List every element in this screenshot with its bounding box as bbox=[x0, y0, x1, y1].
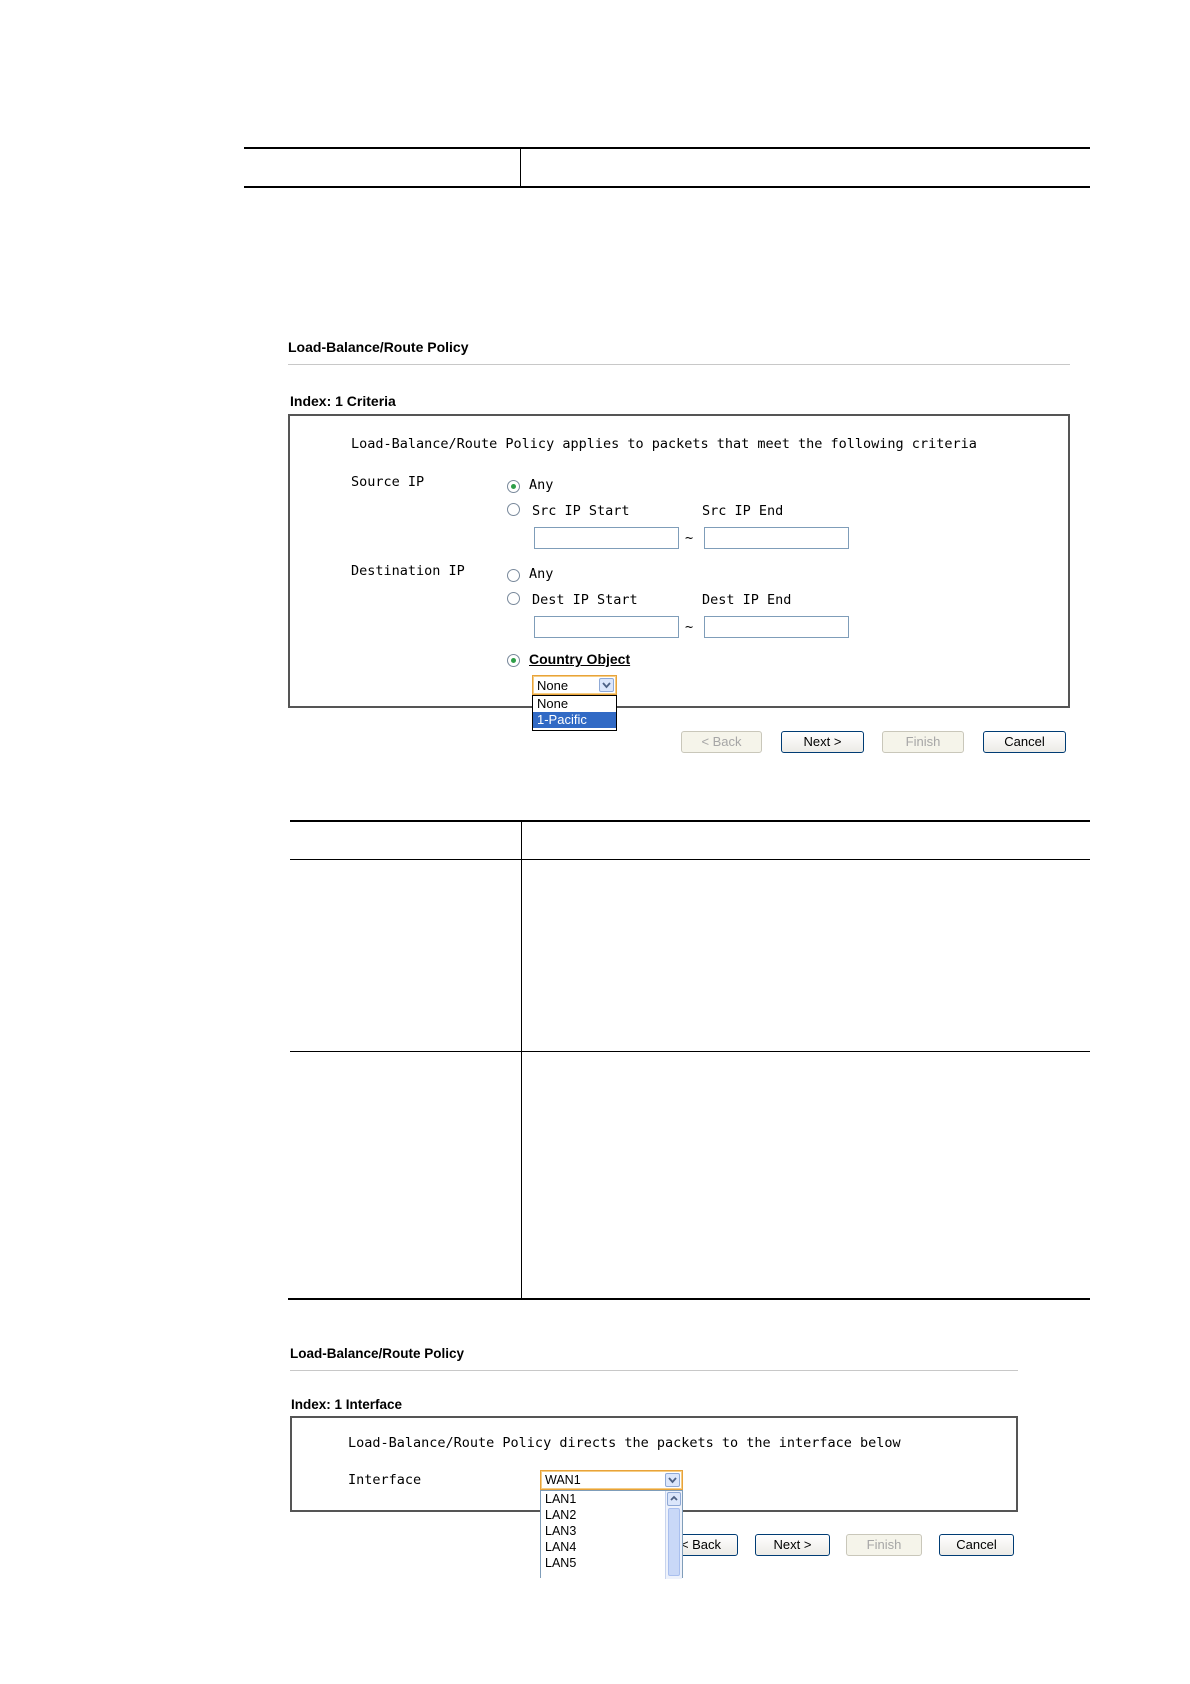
src-ip-start-label: Src IP Start bbox=[532, 503, 630, 519]
destination-ip-label: Destination IP bbox=[351, 563, 465, 579]
next-button[interactable]: Next > bbox=[781, 731, 864, 753]
dest-ip-start-label: Dest IP Start bbox=[532, 592, 638, 608]
interface-select-value: WAN1 bbox=[545, 1473, 581, 1487]
source-ip-label: Source IP bbox=[351, 474, 425, 490]
chevron-up-icon[interactable] bbox=[667, 1492, 681, 1506]
table-rule bbox=[244, 186, 1090, 188]
src-ip-end-label: Src IP End bbox=[702, 503, 784, 519]
country-select-value: None bbox=[537, 678, 569, 693]
interface-label: Interface bbox=[348, 1472, 422, 1488]
table-rule bbox=[290, 820, 1090, 822]
finish-button[interactable]: Finish bbox=[882, 731, 964, 753]
scrollbar-thumb[interactable] bbox=[668, 1508, 680, 1576]
dest-ip-start-input[interactable] bbox=[534, 616, 679, 638]
src-ip-end-input[interactable] bbox=[704, 527, 849, 549]
section-title: Index: 1 Criteria bbox=[290, 393, 396, 409]
criteria-box bbox=[288, 414, 1070, 708]
interface-option-lan5[interactable]: LAN5 bbox=[541, 1555, 682, 1571]
page-title: Load-Balance/Route Policy bbox=[290, 1346, 465, 1361]
interface-option-lan3[interactable]: LAN3 bbox=[541, 1523, 682, 1539]
table-rule bbox=[290, 1051, 1090, 1052]
page-title: Load-Balance/Route Policy bbox=[288, 339, 469, 355]
country-object-select[interactable]: None bbox=[532, 675, 617, 695]
dest-ip-end-label: Dest IP End bbox=[702, 592, 792, 608]
country-option-none[interactable]: None bbox=[533, 696, 616, 712]
source-range-radio[interactable] bbox=[507, 503, 520, 516]
back-button[interactable]: < Back bbox=[681, 731, 762, 753]
dropdown-scrollbar[interactable] bbox=[665, 1491, 682, 1579]
interface-option-lan1[interactable]: LAN1 bbox=[541, 1491, 682, 1507]
dest-ip-end-input[interactable] bbox=[704, 616, 849, 638]
interface-option-lan4[interactable]: LAN4 bbox=[541, 1539, 682, 1555]
dest-range-separator: ~ bbox=[685, 619, 694, 635]
table-divider bbox=[520, 148, 521, 186]
country-select-dropdown: None 1-Pacific bbox=[532, 695, 617, 731]
chevron-down-icon[interactable] bbox=[599, 678, 614, 692]
interface-select-dropdown: LAN1 LAN2 LAN3 LAN4 LAN5 bbox=[540, 1490, 683, 1579]
dest-any-label: Any bbox=[529, 566, 554, 582]
dest-any-radio[interactable] bbox=[507, 569, 520, 582]
src-ip-start-input[interactable] bbox=[534, 527, 679, 549]
cancel-button[interactable]: Cancel bbox=[939, 1534, 1014, 1556]
next-button[interactable]: Next > bbox=[755, 1534, 830, 1556]
interface-description: Load-Balance/Route Policy directs the pa… bbox=[348, 1435, 901, 1451]
src-range-separator: ~ bbox=[685, 530, 694, 546]
title-separator bbox=[288, 364, 1070, 365]
section-title: Index: 1 Interface bbox=[291, 1397, 403, 1412]
country-object-radio[interactable] bbox=[507, 654, 520, 667]
title-separator bbox=[290, 1370, 1018, 1371]
interface-option-lan2[interactable]: LAN2 bbox=[541, 1507, 682, 1523]
country-option-pacific[interactable]: 1-Pacific bbox=[533, 712, 616, 728]
country-object-link[interactable]: Country Object bbox=[529, 651, 630, 667]
criteria-description: Load-Balance/Route Policy applies to pac… bbox=[351, 436, 977, 452]
interface-select[interactable]: WAN1 bbox=[540, 1470, 683, 1490]
source-any-label: Any bbox=[529, 477, 554, 493]
chevron-down-icon[interactable] bbox=[665, 1473, 680, 1487]
source-any-radio[interactable] bbox=[507, 480, 520, 493]
table-rule bbox=[244, 147, 1090, 149]
cancel-button[interactable]: Cancel bbox=[983, 731, 1066, 753]
table-rule bbox=[290, 859, 1090, 860]
table-divider bbox=[521, 821, 522, 1299]
table-rule bbox=[288, 1298, 1090, 1300]
finish-button[interactable]: Finish bbox=[846, 1534, 922, 1556]
dest-range-radio[interactable] bbox=[507, 592, 520, 605]
